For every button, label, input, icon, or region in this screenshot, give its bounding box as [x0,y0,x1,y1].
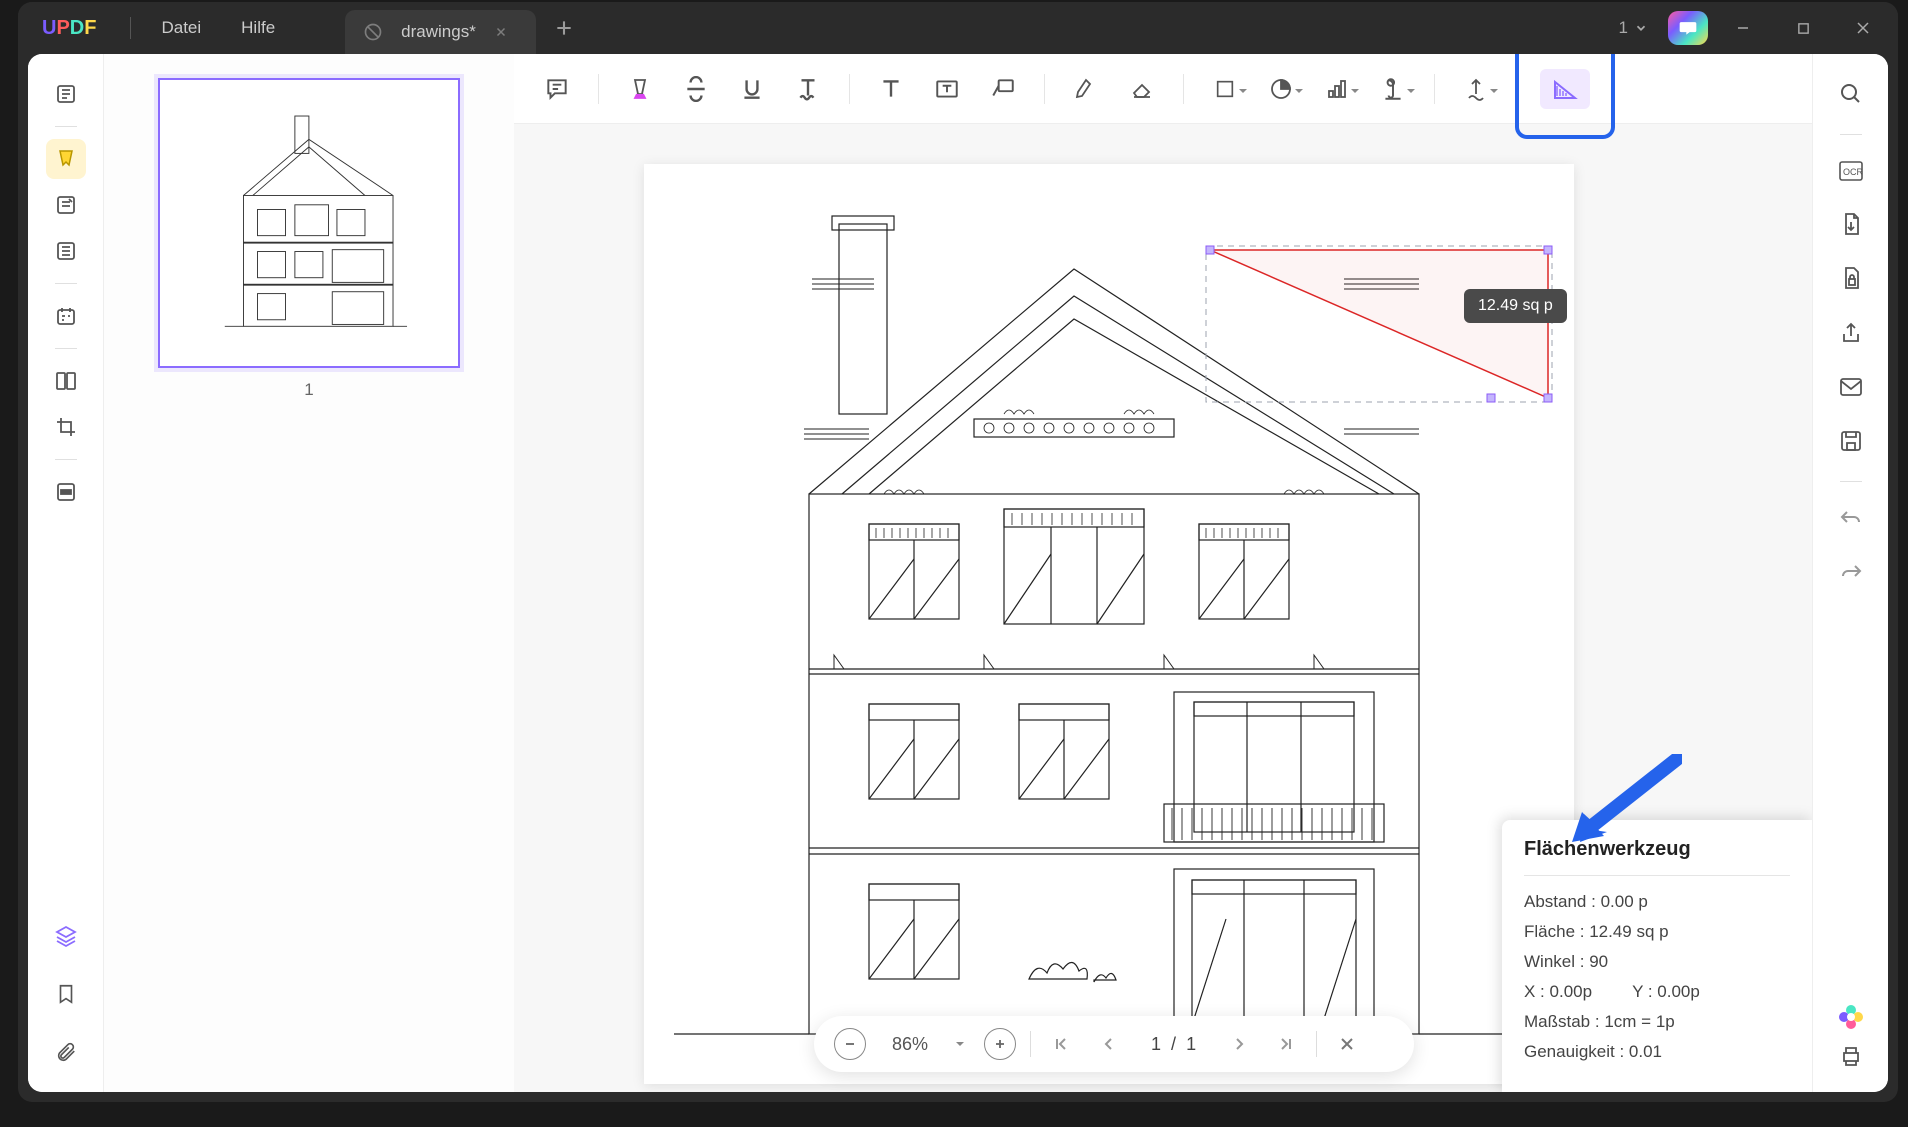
close-nav-button[interactable] [1331,1028,1363,1060]
left-sidebar [28,54,104,1092]
redo-button[interactable] [1831,552,1871,592]
strikethrough-tool[interactable] [671,65,721,113]
annotation-arrow [1562,754,1682,844]
eraser-tool[interactable] [1117,65,1167,113]
area-measure-tool-selected[interactable] [1515,54,1615,139]
document-tab[interactable]: drawings* [345,10,536,54]
reader-tool[interactable] [46,74,86,114]
close-window-button[interactable] [1838,8,1888,48]
page-counter[interactable]: 1 / 1 [1151,1034,1196,1055]
attachment-button[interactable] [46,1032,86,1072]
share-button[interactable] [1831,313,1871,353]
redact-tool[interactable] [46,472,86,512]
squiggly-tool[interactable] [783,65,833,113]
annotation-toolbar [514,54,1812,124]
organize-tool[interactable] [46,231,86,271]
save-button[interactable] [1831,421,1871,461]
menu-file[interactable]: Datei [141,18,221,38]
app-logo: UPDF [18,17,120,40]
comment-tool[interactable] [46,139,86,179]
zoom-dropdown[interactable] [954,1038,970,1050]
print-button[interactable] [1831,1036,1871,1076]
pencil-tool[interactable] [1061,65,1111,113]
page-navigation-bar: 86% 1 / 1 [814,1016,1414,1072]
ai-button[interactable] [1668,11,1708,45]
next-page-button[interactable] [1224,1028,1256,1060]
close-tab-icon[interactable] [494,25,508,39]
titlebar: UPDF Datei Hilfe drawings* 1 [18,2,1898,54]
separator [130,17,131,39]
zoom-level[interactable]: 86% [880,1034,940,1055]
compare-tool[interactable] [46,361,86,401]
textbox-tool[interactable] [922,65,972,113]
crop-tool[interactable] [46,407,86,447]
page-thumbnail[interactable] [158,78,460,368]
tab-title: drawings* [401,22,476,42]
minimize-button[interactable] [1718,8,1768,48]
protect-button[interactable] [1831,259,1871,299]
measurement-selection[interactable] [1204,244,1554,404]
menu-help[interactable]: Hilfe [221,18,295,38]
undo-button[interactable] [1831,498,1871,538]
measurement-info-panel: Flächenwerkzeug Abstand : 0.00 p Fläche … [1502,820,1812,1092]
last-page-button[interactable] [1270,1028,1302,1060]
shape-tool[interactable] [1200,65,1250,113]
text-tool[interactable] [866,65,916,113]
sign-tool[interactable] [1451,65,1501,113]
stamp-tool[interactable] [1312,65,1362,113]
layers-button[interactable] [46,916,86,956]
note-tool[interactable] [532,65,582,113]
maximize-button[interactable] [1778,8,1828,48]
thumbnail-panel: 1 [104,54,514,1092]
area-measure-icon [1551,76,1579,102]
main-canvas-area: 12.49 sq p Flächenwerkzeug Abstand : 0.0… [514,54,1812,1092]
ai-flower-icon[interactable] [1836,1002,1866,1032]
measurement-badge: 12.49 sq p [1464,289,1567,323]
first-page-button[interactable] [1045,1028,1077,1060]
signature-tool[interactable] [1368,65,1418,113]
edit-tool[interactable] [46,185,86,225]
callout-tool[interactable] [978,65,1028,113]
thumbnail-drawing [182,102,436,345]
document-page[interactable] [644,164,1574,1084]
ocr-button[interactable]: OCR [1831,151,1871,191]
chevron-down-icon [1634,21,1648,35]
page-indicator[interactable]: 1 [1609,18,1658,38]
highlight-tool[interactable] [615,65,665,113]
svg-text:OCR: OCR [1843,167,1864,177]
thumbnail-number: 1 [304,380,313,400]
right-sidebar: OCR [1812,54,1888,1092]
search-button[interactable] [1831,74,1871,114]
zoom-out-button[interactable] [834,1028,866,1060]
bookmark-button[interactable] [46,974,86,1014]
export-button[interactable] [1831,205,1871,245]
sticker-tool[interactable] [1256,65,1306,113]
email-button[interactable] [1831,367,1871,407]
zoom-in-button[interactable] [984,1028,1016,1060]
new-tab-button[interactable] [554,18,574,38]
underline-tool[interactable] [727,65,777,113]
form-tool[interactable] [46,296,86,336]
document-icon [363,22,383,42]
prev-page-button[interactable] [1091,1028,1123,1060]
